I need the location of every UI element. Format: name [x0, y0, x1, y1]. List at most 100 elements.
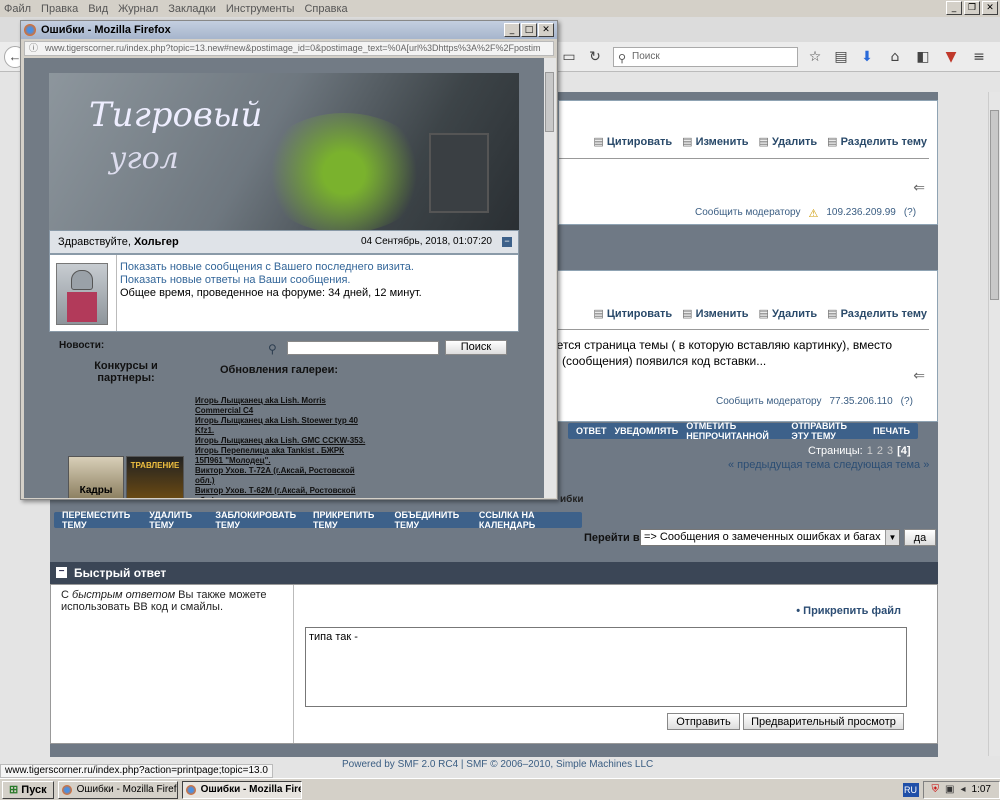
- quote-arrow-icon[interactable]: ⇐: [913, 367, 925, 384]
- partner-banner-2[interactable]: ТРАВЛЕНИЕ: [126, 456, 184, 498]
- menu-history[interactable]: Журнал: [118, 3, 158, 15]
- notify-button[interactable]: УВЕДОМЛЯТЬ: [615, 426, 679, 436]
- report-moderator-link[interactable]: Сообщить модератору: [695, 207, 800, 220]
- clipboard-icon[interactable]: ▤: [832, 48, 850, 66]
- home-icon[interactable]: ⌂: [886, 48, 904, 66]
- greeting-bar: Здравствуйте, Хольгер 04 Сентябрь, 2018,…: [49, 230, 519, 254]
- send-button[interactable]: Отправить: [667, 713, 740, 730]
- info-icon: ⓘ: [29, 43, 39, 53]
- menu-help[interactable]: Справка: [304, 3, 347, 15]
- ip-help-link[interactable]: (?): [901, 396, 913, 407]
- sticky-topic-button[interactable]: ПРИКРЕПИТЬ ТЕМУ: [313, 510, 387, 530]
- user-panel: Показать новые сообщения с Вашего послед…: [49, 254, 519, 332]
- maximize-icon[interactable]: □: [521, 23, 537, 37]
- forum-search-input[interactable]: [287, 341, 439, 355]
- mark-unread-button[interactable]: ОТМЕТИТЬ НЕПРОЧИТАННОЙ: [686, 421, 783, 441]
- menu-tools[interactable]: Инструменты: [226, 3, 295, 15]
- volume-icon[interactable]: ◂: [961, 784, 966, 795]
- attach-file-link[interactable]: • Прикрепить файл: [796, 605, 901, 617]
- gallery-item[interactable]: Игорь Лыщканец aka Lish. Morris Commerci…: [195, 396, 370, 416]
- close-icon[interactable]: ✕: [538, 23, 554, 37]
- popup-titlebar[interactable]: Ошибки - Mozilla Firefox: [21, 21, 557, 39]
- pocket-icon[interactable]: ◧: [914, 48, 932, 66]
- quote-button[interactable]: Цитировать: [593, 135, 672, 148]
- new-replies-link[interactable]: Показать новые ответы на Ваши сообщения.: [120, 274, 422, 287]
- minimize-icon[interactable]: _: [946, 1, 962, 15]
- delete-topic-button[interactable]: УДАЛИТЬ ТЕМУ: [149, 510, 207, 530]
- taskbar: ⊞ Пуск Ошибки - Mozilla Firefox Ошибки -…: [0, 778, 1000, 800]
- merge-topic-button[interactable]: ОБЪЕДИНИТЬ ТЕМУ: [395, 510, 471, 530]
- move-topic-button[interactable]: ПЕРЕМЕСТИТЬ ТЕМУ: [62, 510, 141, 530]
- start-button[interactable]: ⊞ Пуск: [2, 780, 54, 799]
- download-icon[interactable]: ⬇: [858, 48, 876, 66]
- current-page: [4]: [897, 445, 911, 457]
- ip-link[interactable]: 109.236.209.99: [826, 207, 896, 220]
- gallery-item[interactable]: Игорь Лыщканец aka Lish. GMC CCKW-353.: [195, 436, 370, 446]
- gallery-list: Игорь Лыщканец aka Lish. Morris Commerci…: [195, 396, 370, 498]
- split-topic-button[interactable]: Разделить тему: [827, 135, 927, 148]
- reader-view-icon[interactable]: ▭: [560, 48, 578, 66]
- antivirus-icon[interactable]: ⛨: [932, 784, 940, 795]
- gallery-item[interactable]: Виктор Ухов. Т-62М (г.Аксай, Ростовской …: [195, 486, 370, 498]
- popup-url-bar[interactable]: ⓘ www.tigerscorner.ru/index.php?topic=13…: [24, 41, 554, 56]
- print-button[interactable]: ПЕЧАТЬ: [873, 426, 910, 436]
- network-icon[interactable]: ▣: [945, 784, 954, 795]
- news-label: Новости:: [59, 340, 105, 351]
- collapse-icon[interactable]: −: [56, 567, 67, 578]
- close-icon[interactable]: ✕: [982, 1, 998, 15]
- jump-to-select[interactable]: => Сообщения о замеченных ошибках и бага…: [640, 529, 900, 546]
- report-moderator-link[interactable]: Сообщить модератору: [716, 396, 821, 407]
- send-topic-button[interactable]: ОТПРАВИТЬ ЭТУ ТЕМУ: [791, 421, 865, 441]
- menu-hamburger-icon[interactable]: ≡: [970, 48, 988, 66]
- post-1: Цитировать Изменить Удалить Разделить те…: [558, 100, 938, 225]
- search-icon: ⚲: [618, 53, 627, 65]
- popup-window-controls: _ □ ✕: [504, 23, 554, 37]
- bookmark-star-icon[interactable]: ☆: [806, 48, 824, 66]
- gallery-item[interactable]: Игорь Лыщканец aka Lish. Stoewer typ 40 …: [195, 416, 370, 436]
- page-scrollbar[interactable]: [988, 92, 1000, 756]
- edit-button[interactable]: Изменить: [682, 135, 749, 148]
- menu-bookmarks[interactable]: Закладки: [168, 3, 216, 15]
- gallery-item[interactable]: Игорь Перепелица aka Tankist . БЖРК 15П9…: [195, 446, 370, 466]
- preview-button[interactable]: Предварительный просмотр: [743, 713, 904, 730]
- reply-button[interactable]: ОТВЕТ: [576, 426, 607, 436]
- forum-search-button[interactable]: Поиск: [445, 340, 507, 355]
- jump-go-button[interactable]: да: [904, 529, 936, 546]
- language-indicator[interactable]: RU: [902, 782, 919, 797]
- reply-textarea[interactable]: [305, 627, 907, 707]
- taskbar-item-firefox-2[interactable]: Ошибки - Mozilla Firef...: [181, 780, 302, 799]
- page-link[interactable]: 2: [877, 445, 883, 457]
- jump-to-label: Перейти в:: [584, 532, 644, 544]
- shield-icon[interactable]: ▼: [942, 48, 960, 66]
- split-topic-button[interactable]: Разделить тему: [827, 307, 927, 320]
- quote-arrow-icon[interactable]: ⇐: [913, 179, 925, 196]
- tank-decor: [429, 133, 489, 213]
- edit-button[interactable]: Изменить: [682, 307, 749, 320]
- menu-file[interactable]: Файл: [4, 3, 31, 15]
- maximize-icon[interactable]: ❐: [964, 1, 980, 15]
- post-2-actions: Цитировать Изменить Удалить Разделить те…: [593, 307, 927, 320]
- quote-button[interactable]: Цитировать: [593, 307, 672, 320]
- reload-icon[interactable]: ↻: [586, 48, 604, 66]
- ip-link[interactable]: 77.35.206.110: [829, 396, 892, 407]
- page-link[interactable]: 1: [867, 445, 873, 457]
- popup-scrollbar[interactable]: [544, 58, 556, 498]
- username: Хольгер: [133, 236, 179, 248]
- ip-help-link[interactable]: (?): [904, 207, 916, 220]
- new-posts-link[interactable]: Показать новые сообщения с Вашего послед…: [120, 261, 422, 274]
- menu-edit[interactable]: Правка: [41, 3, 78, 15]
- delete-button[interactable]: Удалить: [759, 307, 817, 320]
- partner-banner-1[interactable]: Кадры: [68, 456, 124, 498]
- calendar-link-button[interactable]: ССЫЛКА НА КАЛЕНДАРЬ: [479, 510, 574, 530]
- topic-navigation[interactable]: « предыдущая тема следующая тема »: [728, 459, 929, 471]
- minimize-icon[interactable]: _: [504, 23, 520, 37]
- menu-view[interactable]: Вид: [88, 3, 108, 15]
- collapse-icon[interactable]: −: [502, 237, 512, 247]
- gallery-item[interactable]: Виктор Ухов. Т-72А (г.Аксай, Ростовской …: [195, 466, 370, 486]
- lock-topic-button[interactable]: ЗАБЛОКИРОВАТЬ ТЕМУ: [215, 510, 305, 530]
- delete-button[interactable]: Удалить: [759, 135, 817, 148]
- page-link[interactable]: 3: [887, 445, 893, 457]
- search-input[interactable]: ⚲ Поиск: [613, 47, 798, 67]
- popup-window: Ошибки - Mozilla Firefox _ □ ✕ ⓘ www.tig…: [20, 20, 558, 500]
- taskbar-item-firefox-1[interactable]: Ошибки - Mozilla Firefox: [57, 780, 178, 799]
